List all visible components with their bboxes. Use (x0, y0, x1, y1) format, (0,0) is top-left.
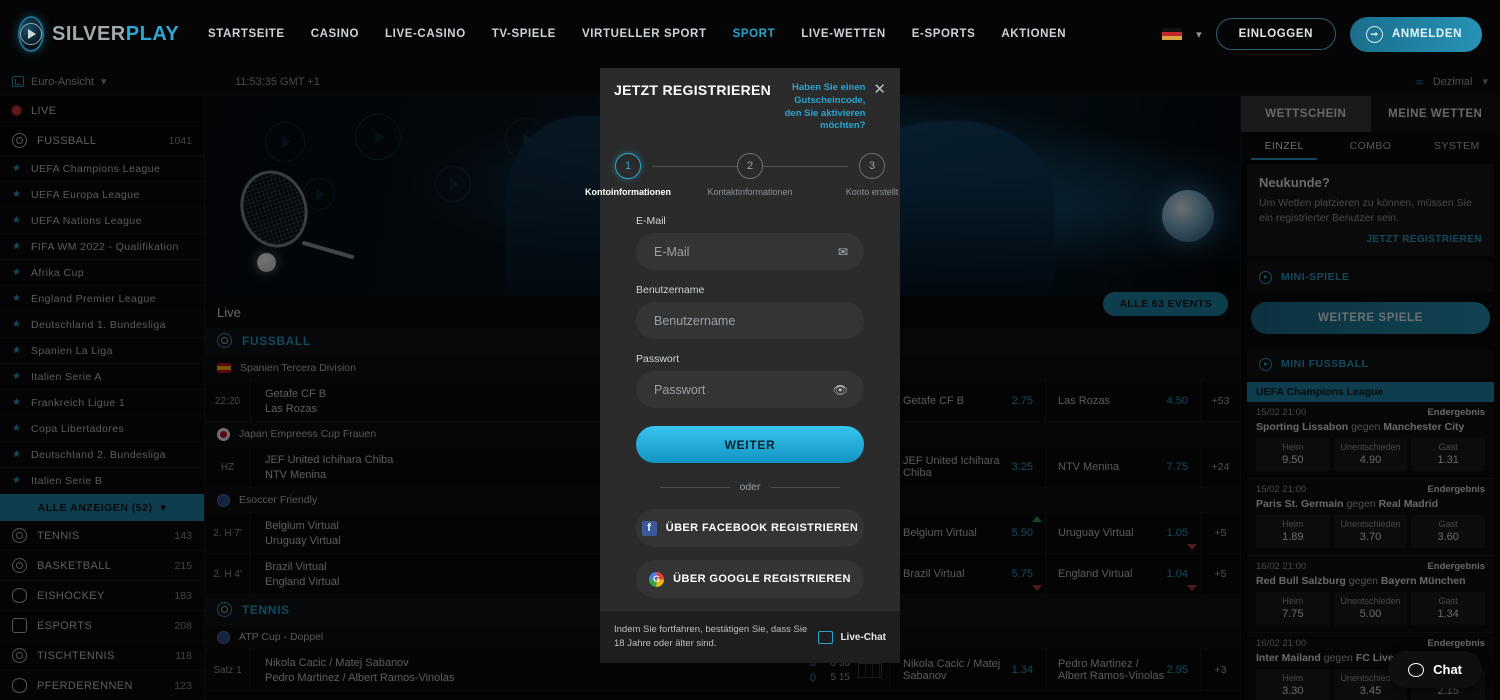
facebook-label: ÜBER FACEBOOK REGISTRIEREN (665, 522, 859, 535)
modal-title: JETZT REGISTRIEREN (614, 82, 772, 98)
header-actions: ▾ EINLOGGEN ➞ ANMELDEN (1162, 16, 1482, 52)
nav-live-casino[interactable]: LIVE-CASINO (385, 28, 466, 40)
logo-text: SILVERPLAY (52, 23, 179, 46)
german-flag-icon[interactable] (1162, 27, 1183, 41)
google-register-button[interactable]: ÜBER GOOGLE REGISTRIEREN (636, 560, 864, 599)
chat-widget-button[interactable]: Chat (1388, 651, 1482, 688)
facebook-register-button[interactable]: f ÜBER FACEBOOK REGISTRIEREN (636, 509, 864, 548)
modal-header: JETZT REGISTRIEREN Haben Sie einen Gutsc… (600, 68, 900, 133)
nav-e-sports[interactable]: E-SPORTS (912, 28, 976, 40)
nav-virtueller-sport[interactable]: VIRTUELLER SPORT (582, 28, 707, 40)
divider-line-right (770, 486, 841, 488)
username-field-wrap (636, 302, 864, 340)
live-chat-button[interactable]: Live-Chat (818, 630, 886, 644)
continue-button[interactable]: WEITER (636, 426, 864, 464)
signup-button[interactable]: ➞ ANMELDEN (1350, 16, 1482, 52)
step-2-label: Kontaktinformationen (707, 187, 793, 198)
google-icon (649, 571, 665, 587)
voucher-line-1: Haben Sie einen Gutscheincode, (792, 82, 866, 106)
voucher-code-link[interactable]: Haben Sie einen Gutscheincode, den Sie a… (771, 82, 866, 133)
main-nav: STARTSEITE CASINO LIVE-CASINO TV-SPIELE … (208, 28, 1066, 40)
registration-form: E-Mail ✉ Benutzername Passwort 👁 WEITER … (600, 197, 900, 611)
mail-icon[interactable]: ✉ (838, 245, 848, 259)
site-logo[interactable]: SILVERPLAY (18, 16, 179, 52)
live-chat-label: Live-Chat (840, 631, 886, 643)
divider-line-left (660, 486, 730, 488)
signup-label: ANMELDEN (1392, 28, 1462, 40)
age-disclaimer: Indem Sie fortfahren, bestätigen Sie, da… (614, 624, 808, 650)
email-label: E-Mail (636, 215, 666, 228)
top-header: SILVERPLAY STARTSEITE CASINO LIVE-CASINO… (0, 0, 1500, 68)
logo-silver: SILVER (52, 22, 126, 45)
nav-casino[interactable]: CASINO (311, 28, 359, 40)
registration-steps: 1 Kontoinformationen 2 Kontaktinformatio… (585, 133, 900, 198)
registration-modal: JETZT REGISTRIEREN Haben Sie einen Gutsc… (585, 68, 900, 663)
login-button[interactable]: EINLOGGEN (1215, 18, 1337, 50)
chat-widget-label: Chat (1433, 662, 1462, 677)
step-1-number: 1 (615, 153, 641, 180)
step-1-label: Kontoinformationen (585, 187, 671, 198)
password-field[interactable] (636, 371, 864, 409)
chevron-down-icon[interactable]: ▾ (1196, 28, 1202, 41)
chat-bubble-icon (1408, 662, 1425, 677)
nav-startseite[interactable]: STARTSEITE (208, 28, 285, 40)
step-2-number: 2 (737, 153, 763, 180)
google-label: ÜBER GOOGLE REGISTRIEREN (673, 573, 851, 586)
password-label: Passwort (636, 353, 680, 366)
play-circle-icon (18, 16, 44, 52)
nav-aktionen[interactable]: AKTIONEN (1001, 28, 1066, 40)
email-field[interactable] (636, 233, 864, 271)
voucher-line-2: den Sie aktivieren möchten? (784, 107, 866, 132)
chat-icon (818, 630, 834, 644)
nav-tv-spiele[interactable]: TV-SPIELE (492, 28, 556, 40)
divider-label: oder (739, 481, 761, 494)
divider: oder (660, 481, 841, 494)
username-label: Benutzername (636, 284, 705, 297)
close-icon[interactable]: ✕ (873, 82, 886, 97)
logo-play: PLAY (125, 22, 180, 45)
email-field-wrap: ✉ (636, 233, 864, 271)
arrow-right-icon: ➞ (1366, 25, 1384, 43)
password-field-wrap: 👁 (636, 371, 864, 409)
step-3-label: Konto erstellt (845, 187, 899, 198)
eye-icon[interactable]: 👁 (833, 383, 848, 397)
nav-sport[interactable]: SPORT (733, 28, 776, 40)
step-3-number: 3 (859, 153, 885, 180)
username-field[interactable] (636, 302, 864, 340)
nav-live-wetten[interactable]: LIVE-WETTEN (801, 28, 886, 40)
modal-footer: Indem Sie fortfahren, bestätigen Sie, da… (600, 611, 900, 663)
facebook-icon: f (641, 520, 657, 536)
